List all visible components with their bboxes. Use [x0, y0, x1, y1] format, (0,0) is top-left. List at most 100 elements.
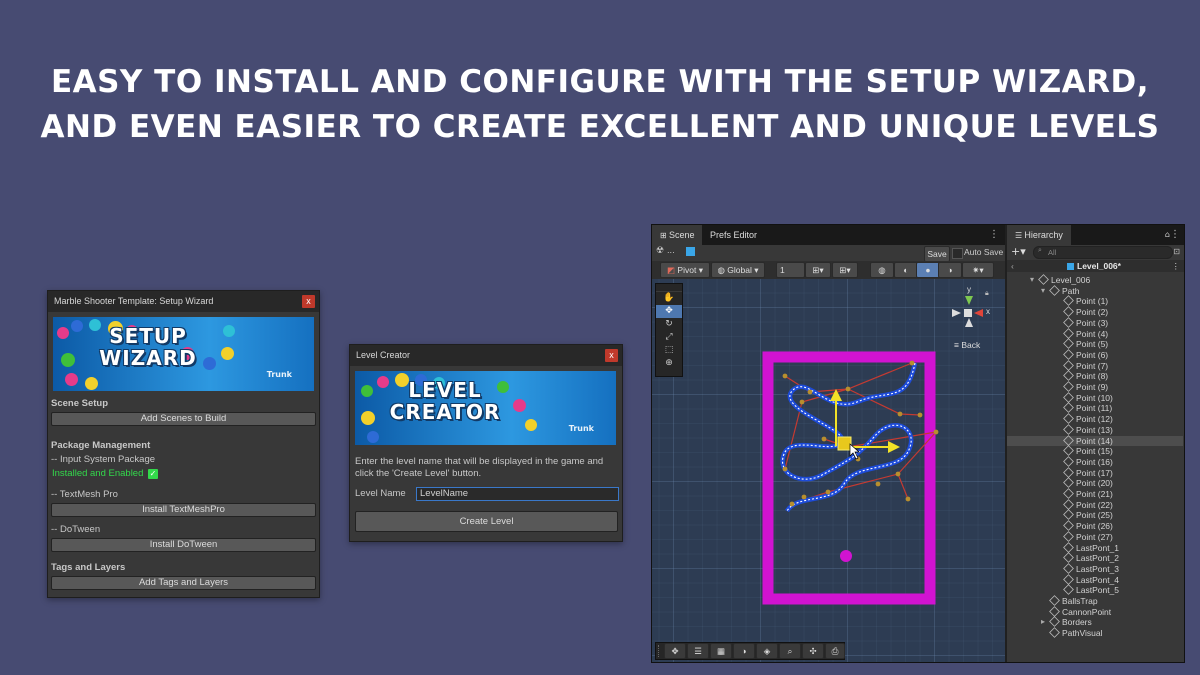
hierarchy-item[interactable]: Point (22) [1007, 498, 1183, 511]
grid-snap-button[interactable]: ⊞▾ [805, 262, 831, 278]
hierarchy-item[interactable]: Point (25) [1007, 509, 1183, 521]
install-dotween-button[interactable]: Install DoTween [51, 538, 316, 552]
shading-wireframe-button[interactable]: ◍ [870, 262, 894, 278]
level-name-input[interactable]: LevelName [416, 487, 619, 501]
shading-tool-button[interactable]: ◑ [733, 643, 755, 659]
collapse-arrow-icon[interactable]: ▾ [1041, 286, 1045, 297]
install-textmesh-button[interactable]: Install TextMeshPro [51, 503, 316, 517]
autosave-checkbox[interactable] [952, 248, 963, 259]
orientation-gizmo[interactable]: y x ≡ Back 🔒︎ [946, 285, 996, 350]
grid-tool-button[interactable]: ▦ [710, 643, 732, 659]
hierarchy-item[interactable]: CannonPoint [1007, 605, 1183, 618]
hierarchy-scene-header[interactable]: ‹ Level_006* ⋮ [1007, 260, 1184, 272]
back-view-label[interactable]: ≡ Back [954, 340, 980, 350]
level-creator-titlebar[interactable]: Level Creator x [350, 345, 622, 366]
hierarchy-item[interactable]: Point (9) [1007, 381, 1183, 393]
scene-icon [1067, 263, 1074, 270]
cannon-point [840, 550, 852, 562]
hierarchy-item[interactable]: Point (20) [1007, 477, 1183, 489]
hierarchy-item[interactable]: LastPont_1 [1007, 541, 1183, 554]
tab-hierarchy[interactable]: ☰ Hierarchy [1007, 225, 1071, 245]
close-button[interactable]: x [605, 349, 618, 362]
tab-scene[interactable]: ⊞ Scene [652, 225, 703, 245]
pivot-dropdown[interactable]: ◩ Pivot ▾ [660, 262, 710, 278]
hierarchy-item[interactable]: Point (2) [1007, 306, 1183, 318]
axis-x-label: x [986, 307, 990, 316]
move-tool-icon[interactable]: ✥ [656, 305, 682, 318]
align-tool-button[interactable]: ☰ [687, 643, 709, 659]
hierarchy-item[interactable]: Point (14) [1007, 434, 1183, 447]
hierarchy-item[interactable]: PathVisual [1007, 627, 1183, 639]
hierarchy-item[interactable]: LastPont_3 [1007, 562, 1183, 575]
scene-viewport[interactable]: ✋ ✥ ↻ ⤢ ⬚ ⊕ y x ≡ Back 🔒︎ ✥ ☰ ▦ ◑ ◈ ⌕ ✣ … [652, 279, 1005, 662]
layers-tool-button[interactable]: ◈ [756, 643, 778, 659]
setup-wizard-titlebar[interactable]: Marble Shooter Template: Setup Wizard x [48, 291, 319, 312]
hierarchy-item[interactable]: Point (27) [1007, 530, 1183, 543]
snap-increment-button[interactable]: ⊞▾ [832, 262, 858, 278]
hierarchy-item[interactable]: ▾ Level_006 [1007, 274, 1183, 286]
hierarchy-item[interactable]: LastPont_2 [1007, 552, 1183, 564]
radiation-icon[interactable]: ☢ [656, 246, 664, 256]
hierarchy-item[interactable]: Point (10) [1007, 391, 1183, 404]
hierarchy-item[interactable]: ▾ Path [1007, 284, 1183, 297]
hierarchy-item[interactable]: Point (15) [1007, 445, 1183, 457]
hierarchy-item[interactable]: Point (13) [1007, 423, 1183, 436]
shading-unlit-button[interactable]: ● [916, 262, 940, 278]
save-button[interactable]: Save [924, 246, 950, 262]
pan-tool-button[interactable]: ✣ [802, 643, 824, 659]
tab-prefs-editor[interactable]: Prefs Editor [702, 225, 765, 245]
create-level-button[interactable]: Create Level [355, 511, 618, 532]
transform-tool-icon[interactable]: ⊕ [656, 357, 682, 370]
add-icon[interactable]: +▾ [1011, 245, 1026, 259]
hierarchy-search-input[interactable]: ⌕ All [1033, 246, 1173, 259]
global-dropdown[interactable]: ◍ Global ▾ [711, 262, 765, 278]
shading-shaded-button[interactable]: ◐ [894, 262, 918, 278]
hierarchy-item[interactable]: Point (17) [1007, 466, 1183, 479]
hierarchy-panel: ☰ Hierarchy ⌂ ⋮ +▾ ⌕ All ⊡ ‹ Level_006* … [1007, 225, 1184, 662]
overflow-label[interactable]: ... [667, 246, 675, 255]
hierarchy-item[interactable]: Point (3) [1007, 316, 1183, 329]
expand-arrow-icon[interactable]: ▸ [1041, 617, 1045, 628]
close-button[interactable]: x [302, 295, 315, 308]
scale-tool-icon[interactable]: ⤢ [656, 331, 682, 344]
hierarchy-item[interactable]: ▸ Borders [1007, 616, 1183, 628]
kebab-menu-icon[interactable]: ⋮ [1172, 260, 1181, 272]
search-tool-button[interactable]: ⌕ [779, 643, 801, 659]
hierarchy-item[interactable]: Point (1) [1007, 295, 1183, 307]
hierarchy-item[interactable]: Point (7) [1007, 359, 1183, 372]
add-tags-button[interactable]: Add Tags and Layers [51, 576, 316, 590]
prefab-icon[interactable] [686, 247, 695, 256]
axis-x-cone [974, 309, 983, 317]
hierarchy-item[interactable]: Point (16) [1007, 455, 1183, 468]
lock-icon[interactable]: 🔒︎ [985, 289, 989, 298]
grid-icon: ⊞ [660, 231, 669, 240]
hierarchy-item[interactable]: BallsTrap [1007, 595, 1183, 607]
hierarchy-item[interactable]: Point (12) [1007, 413, 1183, 425]
hierarchy-item-label: Borders [1062, 617, 1092, 628]
hierarchy-item[interactable]: Point (6) [1007, 348, 1183, 361]
hierarchy-item[interactable]: Point (26) [1007, 520, 1183, 532]
back-chevron-icon[interactable]: ‹ [1011, 260, 1014, 272]
rect-tool-icon[interactable]: ⬚ [656, 344, 682, 357]
rotate-tool-icon[interactable]: ↻ [656, 318, 682, 331]
kebab-menu-icon[interactable]: ⋮ [989, 225, 999, 245]
move-tool-button[interactable]: ✥ [664, 643, 686, 659]
hierarchy-item[interactable]: LastPont_5 [1007, 584, 1183, 596]
hierarchy-item[interactable]: Point (11) [1007, 402, 1183, 414]
camera-tool-button[interactable]: ⎙ [825, 643, 845, 659]
search-scope-icon[interactable]: ⊡ [1173, 245, 1180, 259]
collapse-arrow-icon[interactable]: ▾ [1030, 275, 1034, 286]
level-creator-window: Level Creator x LEVEL CREATOR Trunk Ente… [349, 344, 623, 542]
hierarchy-item[interactable]: Point (4) [1007, 327, 1183, 340]
shading-lit-button[interactable]: ◑ [938, 262, 962, 278]
gizmos-button[interactable]: ✷▾ [962, 262, 994, 278]
hand-tool-icon[interactable]: ✋ [656, 292, 682, 305]
add-scenes-button[interactable]: Add Scenes to Build [51, 412, 316, 426]
grid-size-input[interactable]: 1 [776, 262, 805, 278]
hierarchy-item[interactable]: Point (5) [1007, 338, 1183, 350]
hierarchy-item[interactable]: Point (8) [1007, 370, 1183, 382]
hierarchy-item[interactable]: LastPont_4 [1007, 573, 1183, 586]
kebab-menu-icon[interactable]: ⋮ [1170, 225, 1180, 245]
axis-y-label: y [967, 285, 971, 294]
hierarchy-item[interactable]: Point (21) [1007, 488, 1183, 500]
